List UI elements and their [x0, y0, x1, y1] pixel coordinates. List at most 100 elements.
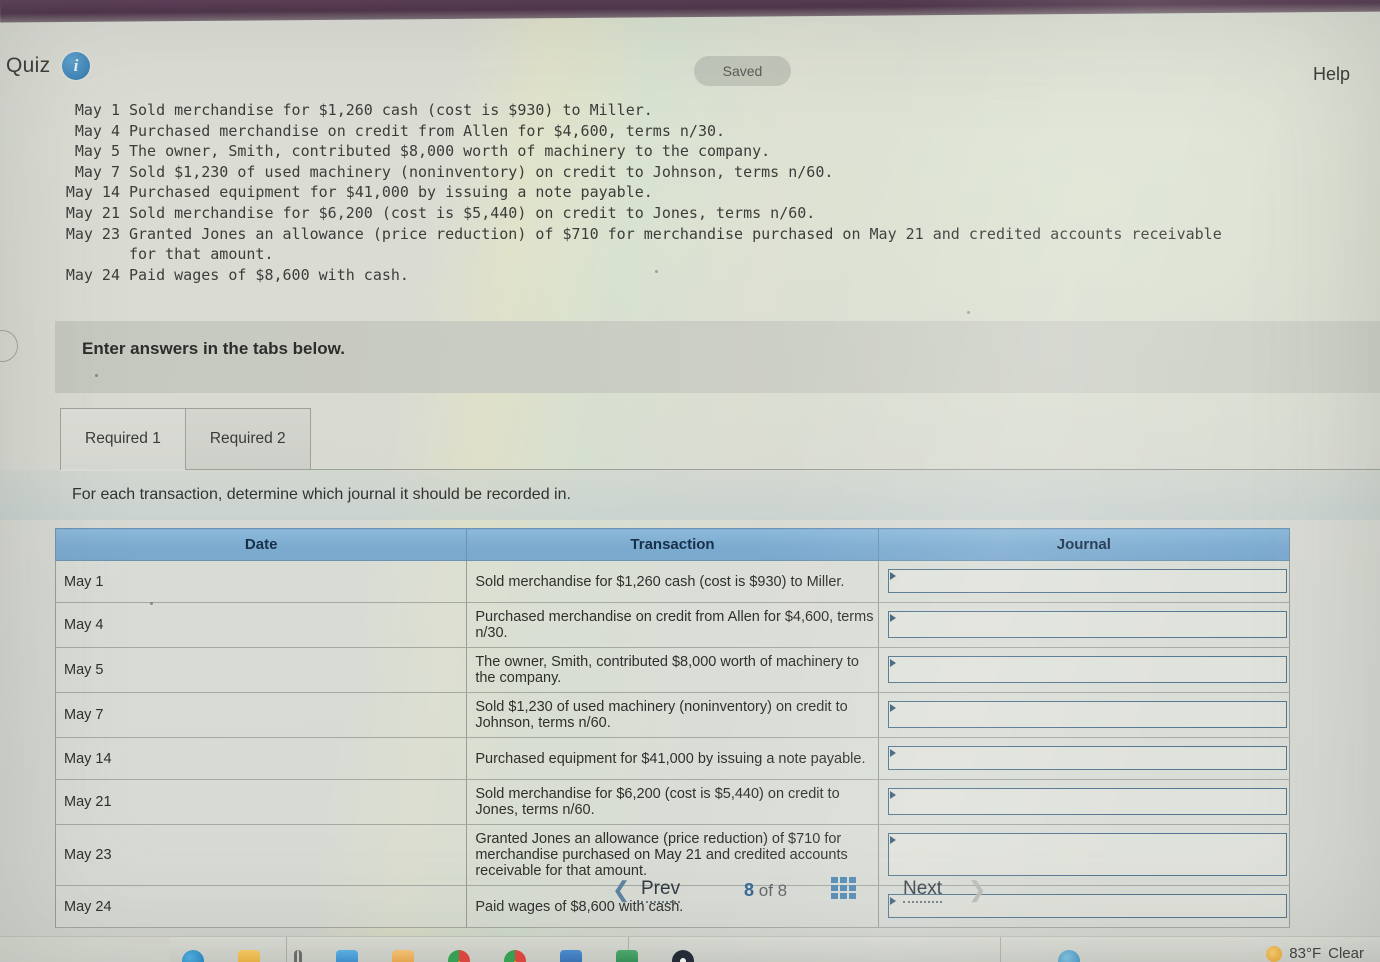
pagination-nav: ❮ Prev 8 of 8 Next ❯ [0, 872, 1380, 912]
help-button[interactable]: Help [1313, 64, 1350, 85]
windows-taskbar: 83°F Clear [0, 936, 1380, 962]
problem-line-date: May 4 [74, 121, 120, 140]
table-row: May 1 Sold merchandise for $1,260 cash (… [54, 560, 1291, 603]
grid-menu-icon[interactable] [831, 877, 856, 899]
cell-journal [877, 602, 1291, 648]
caret-right-icon [889, 836, 896, 844]
chevron-left-icon[interactable]: ❮ [612, 877, 630, 903]
info-icon[interactable]: i [62, 52, 90, 80]
caret-right-icon [889, 791, 896, 799]
cell-date: May 1 [54, 560, 468, 603]
cell-transaction: Purchased merchandise on credit from All… [466, 602, 879, 648]
caret-right-icon [889, 749, 896, 757]
table-row: May 14 Purchased equipment for $41,000 b… [54, 737, 1291, 780]
cell-transaction: The owner, Smith, contributed $8,000 wor… [466, 647, 879, 693]
problem-line-continuation: for that amount. [0, 244, 1380, 265]
problem-line: May 24 Paid wages of $8,600 with cash. [0, 265, 1380, 286]
problem-line-date: May 1 [74, 101, 120, 119]
tab-required-2[interactable]: Required 2 [184, 408, 311, 470]
prev-button[interactable]: Prev [641, 878, 681, 903]
chevron-right-icon[interactable]: ❯ [968, 877, 986, 903]
edge-icon[interactable] [182, 950, 204, 962]
caret-right-icon [889, 659, 896, 667]
journal-table-wrapper: Date Transaction Journal May 1 Sold merc… [54, 528, 1291, 928]
problem-line: May 1 Sold merchandise for $1,260 cash (c… [0, 100, 1380, 121]
cell-journal [877, 779, 1291, 825]
excel-icon[interactable] [616, 950, 638, 962]
instruction-text: For each transaction, determine which jo… [72, 486, 571, 503]
problem-line: May 4 Purchased merchandise on credit fro… [0, 121, 1380, 142]
problem-line-date: May 23 [65, 224, 120, 243]
caret-right-icon [889, 572, 896, 580]
cell-journal [877, 560, 1291, 603]
cell-transaction: Sold merchandise for $6,200 (cost is $5,… [466, 779, 879, 825]
cell-transaction: Sold merchandise for $1,260 cash (cost i… [466, 560, 879, 603]
dust-speck [150, 602, 153, 605]
requirement-tabs: Required 1 Required 2 [60, 408, 311, 470]
caret-right-icon [889, 614, 896, 622]
journal-select[interactable] [887, 788, 1287, 815]
problem-line: May 7 Sold $1,230 of used machinery (noni… [0, 162, 1380, 183]
cell-journal [877, 737, 1291, 780]
chrome-icon[interactable] [504, 950, 526, 962]
problem-line-text: Purchased equipment for $41,000 by issui… [129, 183, 653, 202]
journal-select[interactable] [887, 656, 1287, 683]
table-header-row: Date Transaction Journal [54, 528, 1291, 561]
problem-line-date: May 24 [65, 265, 120, 284]
enter-answers-heading: Enter answers in the tabs below. [82, 339, 345, 358]
table-row: May 7 Sold $1,230 of used machinery (non… [54, 692, 1291, 738]
journal-select[interactable] [887, 746, 1287, 770]
problem-line-text: Paid wages of $8,600 with cash. [129, 265, 409, 284]
app-icon-blue[interactable] [336, 950, 358, 962]
problem-statement: May 1 Sold merchandise for $1,260 cash (c… [0, 100, 1380, 285]
app-icon-orange[interactable] [392, 950, 414, 962]
journal-select[interactable] [887, 833, 1287, 876]
weather-widget[interactable]: 83°F Clear [1266, 945, 1364, 962]
status-badge: Saved [694, 56, 791, 86]
of-label: of [758, 881, 773, 900]
sun-icon [1266, 945, 1283, 962]
problem-line-text: Granted Jones an allowance (price reduct… [129, 224, 1222, 243]
pause-icon[interactable] [294, 950, 302, 962]
weather-condition: Clear [1328, 945, 1364, 962]
page-header: Quiz i Saved Help [0, 24, 1380, 86]
enter-answers-panel: Enter answers in the tabs below. [55, 321, 1380, 393]
explorer-icon[interactable] [238, 950, 260, 962]
problem-line-text: Sold merchandise for $1,260 cash (cost i… [129, 101, 653, 119]
journal-table: Date Transaction Journal May 1 Sold merc… [54, 528, 1291, 928]
chrome-icon[interactable] [448, 950, 470, 962]
taskbar-divider [1000, 937, 1001, 962]
table-row: May 5 The owner, Smith, contributed $8,0… [54, 647, 1291, 693]
cell-transaction: Sold $1,230 of used machinery (noninvent… [466, 692, 879, 738]
problem-line-date: May 21 [65, 203, 120, 222]
journal-select[interactable] [887, 611, 1287, 638]
page-title: Quiz [6, 54, 51, 77]
cell-date: May 5 [54, 647, 468, 693]
tab-required-1[interactable]: Required 1 [60, 408, 186, 470]
taskbar-search-strip[interactable] [0, 937, 170, 962]
problem-line-text: Sold $1,230 of used machinery (noninvent… [129, 162, 834, 181]
problem-line-text: Purchased merchandise on credit from All… [129, 121, 726, 140]
dust-speck [655, 270, 658, 273]
word-icon[interactable] [560, 950, 582, 962]
problem-line: May 5 The owner, Smith, contributed $8,00… [0, 141, 1380, 162]
media-icon[interactable] [672, 950, 694, 962]
problem-line: May 23 Granted Jones an allowance (price … [0, 224, 1380, 245]
cell-date: May 7 [54, 692, 468, 738]
problem-line-date: May 7 [74, 162, 120, 181]
cell-date: May 21 [54, 779, 468, 825]
dust-speck [967, 311, 970, 314]
problem-line: May 14 Purchased equipment for $41,000 by… [0, 182, 1380, 203]
cell-transaction: Purchased equipment for $41,000 by issui… [466, 737, 879, 780]
help-circle-icon[interactable] [1058, 950, 1080, 962]
taskbar-icons [182, 950, 694, 962]
dust-speck [95, 374, 98, 377]
table-row: May 21 Sold merchandise for $6,200 (cost… [54, 779, 1291, 825]
next-button[interactable]: Next [903, 878, 943, 903]
cell-date: May 14 [54, 737, 468, 780]
journal-select[interactable] [887, 701, 1287, 728]
journal-select[interactable] [887, 569, 1287, 593]
weather-temp: 83°F [1289, 945, 1322, 962]
cell-date: May 4 [54, 602, 468, 648]
column-header-date: Date [54, 528, 468, 561]
